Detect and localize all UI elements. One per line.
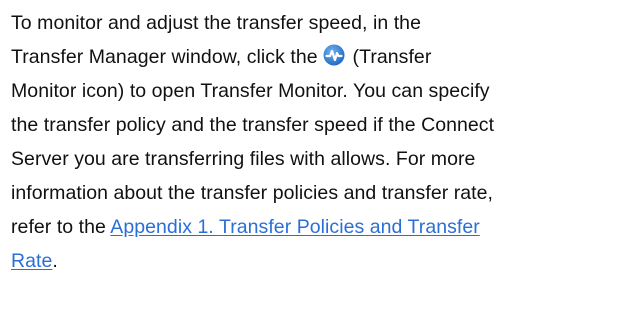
transfer-monitor-icon: [323, 44, 345, 66]
paragraph-line: information about the transfer policies …: [11, 182, 493, 204]
document-body: To monitor and adjust the transfer speed…: [11, 6, 631, 278]
appendix-link[interactable]: Appendix 1. Transfer Policies and Transf…: [110, 216, 480, 238]
appendix-link-continued[interactable]: Rate: [11, 250, 52, 272]
paragraph-text: Transfer Manager window, click the: [11, 46, 324, 68]
paragraph-line: To monitor and adjust the transfer speed…: [11, 12, 421, 34]
paragraph-line: refer to the Appendix 1. Transfer Polici…: [11, 210, 631, 244]
paragraph-line: Transfer Manager window, click the (Tran…: [11, 40, 631, 74]
paragraph-text: (Transfer: [347, 46, 432, 68]
transfer-monitor-paragraph: To monitor and adjust the transfer speed…: [11, 6, 631, 278]
paragraph-line: Monitor icon) to open Transfer Monitor. …: [11, 80, 490, 102]
paragraph-line: the transfer policy and the transfer spe…: [11, 114, 495, 136]
paragraph-text: refer to the: [11, 216, 111, 238]
paragraph-text: .: [52, 250, 58, 272]
paragraph-line: Rate.: [11, 244, 631, 278]
paragraph-line: Server you are transferring files with a…: [11, 148, 476, 170]
